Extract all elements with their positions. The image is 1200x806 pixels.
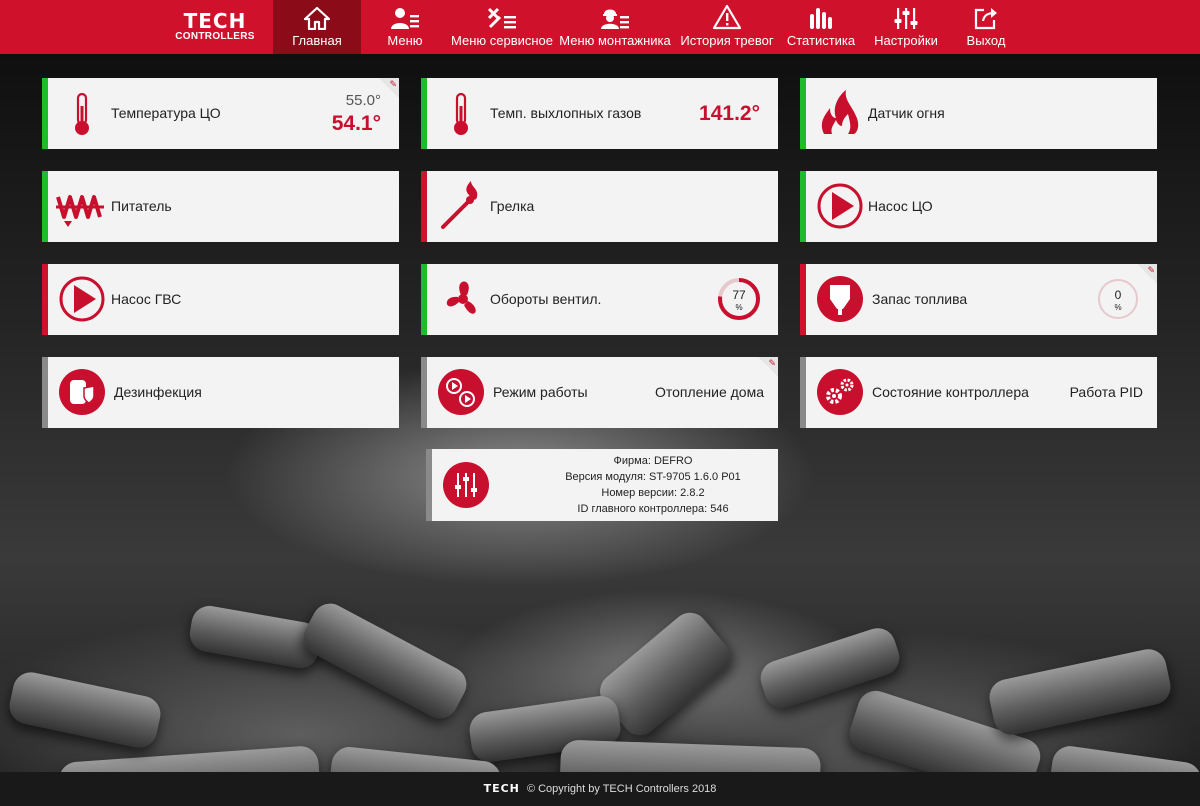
tile-controller-info[interactable]: Фирма: DEFRO Версия модуля: ST-9705 1.6.… — [426, 449, 778, 521]
fuel-level-label: Запас топлива — [872, 291, 968, 307]
thermometer-icon — [454, 92, 468, 135]
edit-corner[interactable]: ✎ — [1137, 264, 1157, 284]
flame-icon — [821, 90, 859, 134]
nav-service-menu-label: Меню сервисное — [450, 33, 553, 48]
warning-icon — [712, 4, 742, 30]
tile-fuel-level[interactable]: Запас топлива 0 % ✎ — [800, 264, 1157, 335]
controller-state-value: Работа PID — [1069, 384, 1143, 400]
tile-fan-speed[interactable]: Обороты вентил. 77 % — [421, 264, 778, 335]
edit-corner-icon: ✎ — [389, 79, 397, 89]
tile-disinfection[interactable]: Дезинфекция — [42, 357, 399, 428]
sliders-icon — [443, 462, 489, 508]
tile-pump-dhw[interactable]: Насос ГВС — [42, 264, 399, 335]
fan-speed-value: 77 — [732, 288, 746, 302]
stats-icon — [810, 8, 832, 29]
pump-icon — [59, 276, 105, 322]
fuel-level-unit: % — [1114, 303, 1122, 312]
fuel-level-value: 0 — [1114, 288, 1122, 302]
tile-temp-co[interactable]: Температура ЦО 55.0° 54.1° ✎ — [42, 78, 399, 149]
tech-controllers-logo[interactable]: TECH CONTROLLERS — [172, 11, 258, 42]
installer-icon — [601, 9, 629, 29]
work-mode-value: Отопление дома — [654, 384, 764, 400]
fan-speed-gauge: 77 % — [716, 276, 762, 322]
info-module-version: Версия модуля: ST-9705 1.6.0 P01 — [565, 471, 741, 483]
temp-co-current: 54.1° — [331, 112, 381, 135]
tile-work-mode[interactable]: Режим работы Отопление дома ✎ — [421, 357, 778, 428]
info-company: Фирма: DEFRO — [613, 455, 693, 467]
nav-statistics[interactable]: Статистика — [779, 0, 863, 54]
gears-icon — [817, 369, 863, 415]
nav-settings-label: Настройки — [874, 33, 938, 48]
temp-co-label: Температура ЦО — [111, 105, 221, 121]
fuel-level-gauge: 0 % — [1095, 276, 1141, 322]
logo-main-text: TECH — [183, 9, 247, 33]
fan-speed-label: Обороты вентил. — [490, 291, 602, 307]
disinfection-label: Дезинфекция — [114, 384, 202, 400]
nav-home[interactable]: Главная — [273, 0, 361, 54]
temp-co-setpoint: 55.0° — [345, 92, 381, 109]
feeder-screw-icon — [56, 195, 104, 227]
nav-installer-menu-label: Меню монтажника — [559, 33, 671, 48]
footer-logo: TECH — [483, 782, 520, 795]
nav-menu[interactable]: Меню — [361, 0, 449, 54]
tile-controller-state[interactable]: Состояние контроллера Работа PID — [800, 357, 1157, 428]
work-mode-label: Режим работы — [493, 384, 588, 400]
tile-exhaust-temp[interactable]: Темп. выхлопных газов 141.2° — [421, 78, 778, 149]
nav-installer-menu[interactable]: Меню монтажника — [555, 0, 675, 54]
nav-service-menu[interactable]: Меню сервисное — [449, 0, 555, 54]
nav-statistics-label: Статистика — [786, 33, 856, 48]
nav-exit[interactable]: Выход — [949, 0, 1023, 54]
exhaust-temp-label: Темп. выхлопных газов — [490, 105, 642, 121]
logo-sub-text: CONTROLLERS — [175, 31, 255, 42]
tools-icon — [487, 7, 516, 29]
nav-menu-label: Меню — [387, 33, 423, 48]
work-mode-icon — [438, 369, 484, 415]
exit-icon — [974, 8, 997, 30]
feeder-label: Питатель — [111, 198, 172, 214]
home-icon — [304, 6, 330, 30]
info-main-controller-id: ID главного контроллера: 546 — [577, 503, 729, 515]
fire-sensor-label: Датчик огня — [868, 105, 945, 121]
tile-fire-sensor[interactable]: Датчик огня — [800, 78, 1157, 149]
sliders-icon — [894, 8, 918, 29]
fan-icon — [446, 281, 476, 314]
top-navigation-bar: TECH CONTROLLERS Главная Меню Меню серви… — [0, 0, 1200, 54]
edit-corner-icon: ✎ — [768, 358, 776, 368]
nav-settings[interactable]: Настройки — [863, 0, 949, 54]
pump-icon — [817, 183, 863, 229]
disinfection-icon — [59, 369, 105, 415]
footer-copyright: © Copyright by TECH Controllers 2018 — [526, 783, 717, 795]
tile-feeder[interactable]: Питатель — [42, 171, 399, 242]
fan-speed-unit: % — [735, 303, 743, 312]
exhaust-temp-value: 141.2° — [699, 102, 760, 125]
controller-state-label: Состояние контроллера — [872, 384, 1029, 400]
fuel-hopper-icon — [817, 276, 863, 322]
nav-alarm-history-label: История тревог — [680, 33, 774, 48]
user-menu-icon — [391, 8, 419, 29]
main-nav: Главная Меню Меню сервисное Меню монтажн… — [273, 0, 1023, 54]
heater-label: Грелка — [490, 198, 535, 214]
match-flame-icon — [441, 181, 478, 229]
edit-corner[interactable]: ✎ — [379, 78, 399, 98]
edit-corner-icon: ✎ — [1147, 265, 1155, 275]
footer: TECH © Copyright by TECH Controllers 201… — [0, 772, 1200, 806]
thermometer-icon — [75, 92, 89, 135]
info-version-number: Номер версии: 2.8.2 — [601, 487, 705, 499]
tile-heater[interactable]: Грелка — [421, 171, 778, 242]
nav-alarm-history[interactable]: История тревог — [675, 0, 779, 54]
tile-pump-co[interactable]: Насос ЦО — [800, 171, 1157, 242]
edit-corner[interactable]: ✎ — [758, 357, 778, 377]
nav-home-label: Главная — [292, 33, 342, 48]
controller-info-lines: Фирма: DEFRO Версия модуля: ST-9705 1.6.… — [528, 453, 778, 517]
pump-co-label: Насос ЦО — [868, 198, 933, 214]
nav-exit-label: Выход — [966, 33, 1006, 48]
pump-dhw-label: Насос ГВС — [111, 291, 182, 307]
